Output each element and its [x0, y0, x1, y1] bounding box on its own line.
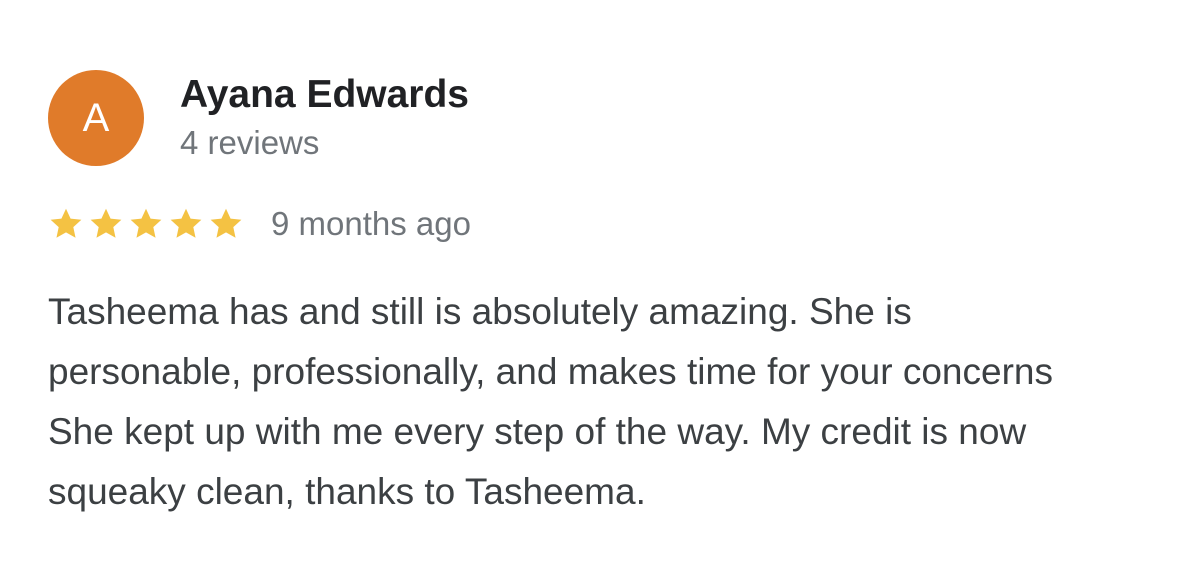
rating-row: 9 months ago — [48, 202, 471, 246]
review-card: A Ayana Edwards 4 reviews 9 months ago T… — [0, 0, 1191, 565]
review-timestamp: 9 months ago — [271, 204, 471, 242]
star-icon — [170, 208, 202, 238]
author-name[interactable]: Ayana Edwards — [180, 73, 469, 117]
star-icon — [50, 208, 82, 238]
avatar-letter: A — [82, 96, 110, 140]
review-text: Tasheema has and still is absolutely ama… — [48, 291, 1053, 512]
star-icon — [90, 208, 122, 238]
avatar[interactable]: A — [48, 70, 144, 166]
star-icon — [130, 208, 162, 238]
star-icon — [210, 208, 242, 238]
star-rating — [48, 206, 248, 242]
review-count[interactable]: 4 reviews — [180, 124, 319, 161]
